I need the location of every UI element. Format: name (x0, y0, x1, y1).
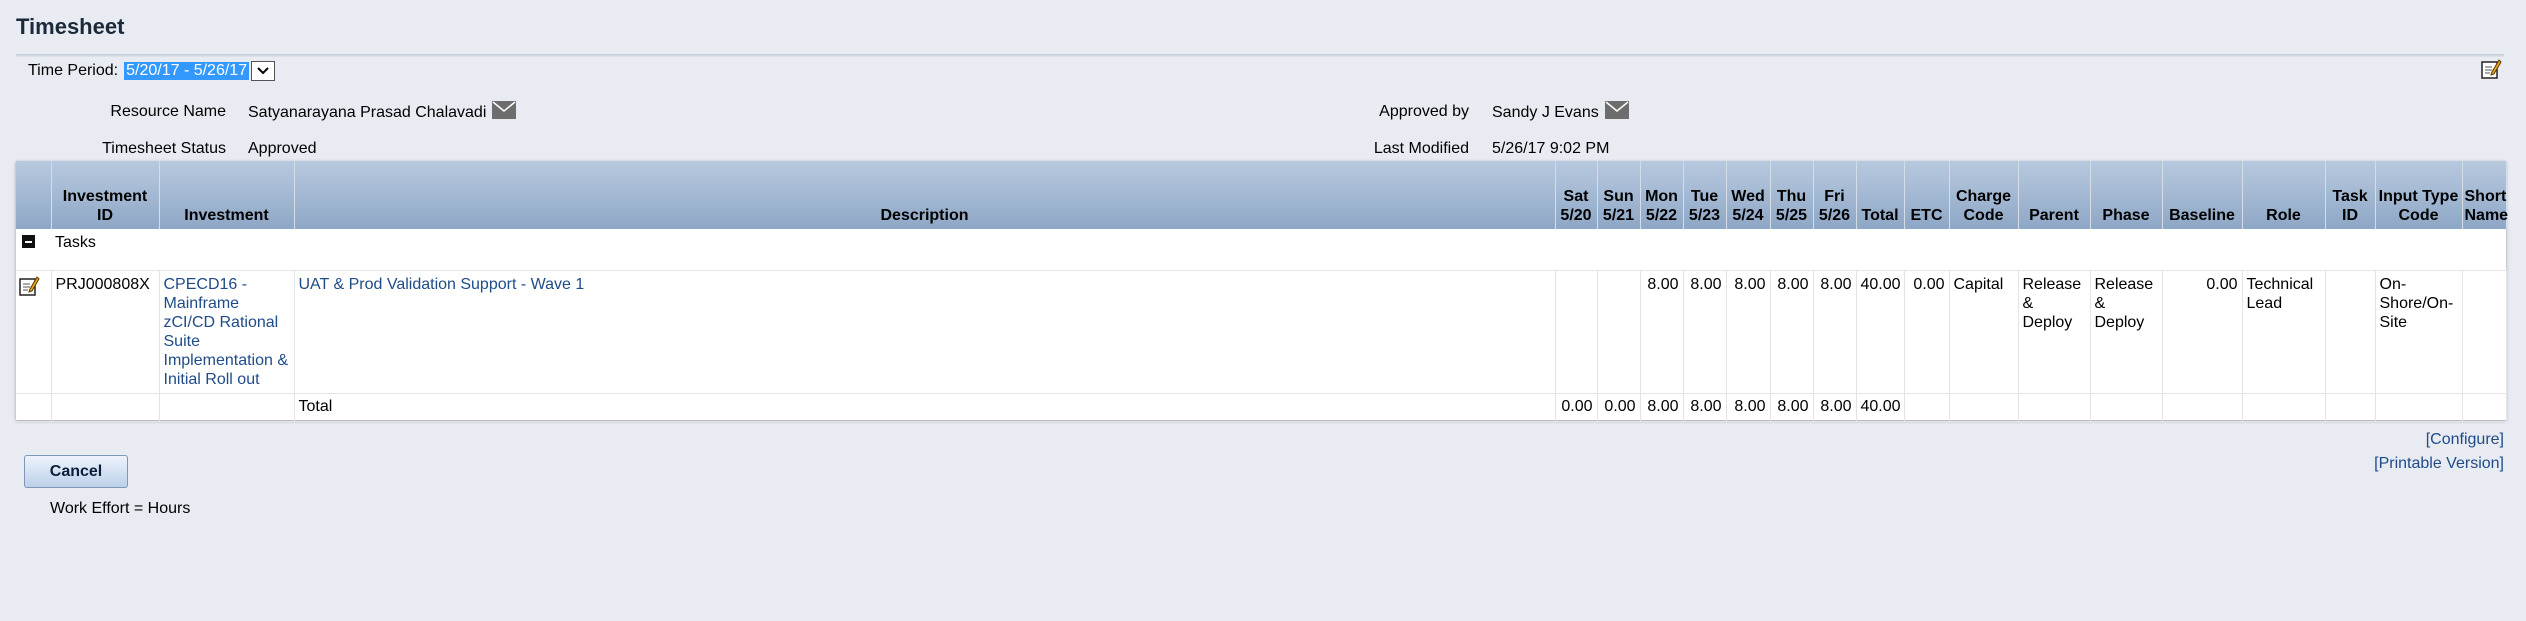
time-period-dropdown[interactable] (251, 61, 276, 81)
work-effort-note: Work Effort = Hours (50, 500, 191, 517)
collapse-cell (16, 229, 51, 271)
totals-empty (2325, 393, 2376, 422)
cell-baseline: 0.00 (2162, 270, 2243, 394)
timesheet-status-value: Approved (248, 140, 317, 157)
header-wed: Wed 5/24 (1726, 161, 1771, 229)
cell-total: 40.00 (1856, 270, 1905, 394)
cell-task-id (2325, 270, 2376, 394)
cell-parent: Release & Deploy (2018, 270, 2091, 394)
totals-empty (2018, 393, 2091, 422)
cell-mon[interactable]: 8.00 (1640, 270, 1684, 394)
timesheet-status-label: Timesheet Status (102, 140, 226, 157)
row-edit-cell (16, 270, 52, 394)
resource-name-value: Satyanarayana Prasad Chalavadi (248, 101, 517, 124)
cell-tue[interactable]: 8.00 (1683, 270, 1727, 394)
time-period-label: Time Period: (28, 62, 119, 79)
printable-version-link[interactable]: [Printable Version] (2374, 455, 2504, 473)
total-sun: 0.00 (1597, 393, 1641, 422)
header-sat: Sat 5/20 (1555, 161, 1598, 229)
approved-by-value: Sandy J Evans (1492, 101, 1629, 124)
chevron-down-icon (257, 67, 269, 75)
total-sat: 0.00 (1555, 393, 1598, 422)
resource-name-label: Resource Name (110, 103, 226, 120)
header-investment-id[interactable]: Investment ID (51, 161, 160, 229)
totals-empty (2162, 393, 2243, 422)
table-row: PRJ000808X CPECD16 - Mainframe zCI/CD Ra… (16, 270, 2507, 394)
total-mon: 8.00 (1640, 393, 1684, 422)
header-role[interactable]: Role (2242, 161, 2326, 229)
cell-etc: 0.00 (1904, 270, 1950, 394)
collapse-minus-icon[interactable] (22, 235, 35, 248)
totals-empty (2090, 393, 2163, 422)
totals-empty (159, 393, 295, 422)
last-modified-label: Last Modified (1373, 140, 1469, 157)
header-charge-code[interactable]: Charge Code (1949, 161, 2019, 229)
approved-by: Sandy J Evans (1492, 103, 1599, 121)
header-baseline[interactable]: Baseline (2162, 161, 2243, 229)
cell-role: Technical Lead (2242, 270, 2326, 394)
envelope-icon[interactable] (492, 101, 517, 124)
configure-link[interactable]: [Configure] (2426, 431, 2504, 449)
investment-link[interactable]: CPECD16 - Mainframe zCI/CD Rational Suit… (159, 270, 295, 394)
resource-name: Satyanarayana Prasad Chalavadi (248, 103, 487, 121)
header-phase[interactable]: Phase (2090, 161, 2163, 229)
total-thu: 8.00 (1770, 393, 1814, 422)
total-wed: 8.00 (1726, 393, 1771, 422)
header-investment[interactable]: Investment (159, 161, 295, 229)
timesheet-grid: Investment ID Investment Description Sat… (16, 161, 2508, 422)
time-period-row: Time Period: 5/20/17 - 5/26/17 (28, 60, 276, 82)
header-total: Total (1856, 161, 1905, 229)
header-tue: Tue 5/23 (1683, 161, 1727, 229)
header-mon: Mon 5/22 (1640, 161, 1684, 229)
totals-empty (2375, 393, 2463, 422)
cell-charge-code: Capital (1949, 270, 2019, 394)
header-row: Investment ID Investment Description Sat… (16, 161, 2508, 229)
totals-label: Total (294, 393, 1556, 422)
cancel-button[interactable]: Cancel (24, 455, 128, 488)
header-etc: ETC (1904, 161, 1950, 229)
title-divider (16, 54, 2504, 57)
time-period-select[interactable]: 5/20/17 - 5/26/17 (124, 62, 250, 80)
last-modified-value: 5/26/17 9:02 PM (1492, 140, 1610, 157)
totals-empty (1949, 393, 2019, 422)
totals-empty (2462, 393, 2507, 422)
cell-wed[interactable]: 8.00 (1726, 270, 1771, 394)
totals-empty (51, 393, 160, 422)
totals-empty (1904, 393, 1950, 422)
header-description[interactable]: Description (294, 161, 1556, 229)
approved-by-label: Approved by (1379, 103, 1469, 120)
header-sun: Sun 5/21 (1597, 161, 1641, 229)
cell-thu[interactable]: 8.00 (1770, 270, 1814, 394)
header-task-id[interactable]: Task ID (2325, 161, 2376, 229)
total-total: 40.00 (1856, 393, 1905, 422)
description-link[interactable]: UAT & Prod Validation Support - Wave 1 (294, 270, 1556, 394)
header-parent[interactable]: Parent (2018, 161, 2091, 229)
tasks-group-label: Tasks (51, 229, 2506, 271)
cell-fri[interactable]: 8.00 (1813, 270, 1857, 394)
cell-phase: Release & Deploy (2090, 270, 2163, 394)
header-fri: Fri 5/26 (1813, 161, 1857, 229)
envelope-icon[interactable] (1604, 101, 1629, 124)
total-tue: 8.00 (1683, 393, 1727, 422)
header-short-name[interactable]: Short Name (2462, 161, 2508, 229)
cell-input-type-code: On-Shore/On-Site (2375, 270, 2463, 394)
cell-investment-id: PRJ000808X (51, 270, 160, 394)
edit-timesheet-icon[interactable] (2480, 58, 2502, 85)
header-thu: Thu 5/25 (1770, 161, 1814, 229)
cell-sat[interactable] (1555, 270, 1598, 394)
totals-row: Total 0.00 0.00 8.00 8.00 8.00 8.00 8.00… (16, 393, 2507, 422)
total-fri: 8.00 (1813, 393, 1857, 422)
edit-task-icon[interactable] (18, 276, 40, 301)
header-input-type-code[interactable]: Input Type Code (2375, 161, 2463, 229)
header-action (16, 161, 52, 229)
tasks-group-row: Tasks (16, 229, 2506, 271)
page-title: Timesheet (16, 14, 125, 39)
cell-sun[interactable] (1597, 270, 1641, 394)
totals-empty (16, 393, 52, 422)
totals-empty (2242, 393, 2326, 422)
cell-short-name (2462, 270, 2507, 394)
